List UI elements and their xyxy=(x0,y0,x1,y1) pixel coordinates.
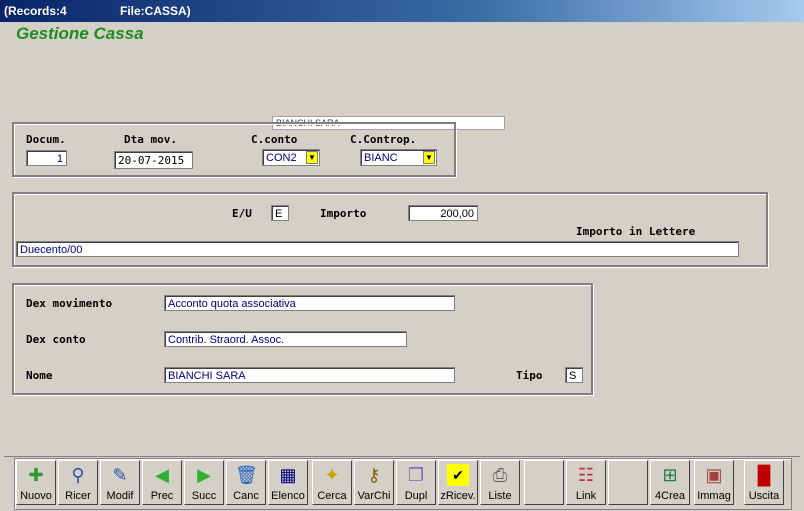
id-card-icon: ▣ xyxy=(705,465,723,485)
dupl-label: Dupl xyxy=(404,490,428,502)
window-titlebar: (Records:4 File:CASSA) xyxy=(0,0,804,22)
ricer-button[interactable]: ⚲ Ricer xyxy=(58,460,98,505)
succ-button[interactable]: ▶ Succ xyxy=(184,460,224,505)
immag-button[interactable]: ▣ Immag xyxy=(694,460,734,505)
file-name: File:CASSA) xyxy=(120,4,191,18)
nome-field[interactable]: BIANCHI SARA xyxy=(164,367,455,383)
link-label: Link xyxy=(575,490,597,502)
elenco-label: Elenco xyxy=(271,490,305,502)
varchi-label: VarChi xyxy=(357,490,391,502)
importo-lettere-field[interactable]: Duecento/00 xyxy=(16,241,739,257)
empty-toolbar-button[interactable] xyxy=(524,460,564,505)
hierarchy-icon: ☷ xyxy=(577,465,595,485)
immag-label: Immag xyxy=(697,490,731,502)
bottom-toolbar: ✚ Nuovo ⚲ Ricer ✎ Modif ◀ Prec ▶ Succ 🗑 … xyxy=(0,456,804,511)
cerca-button[interactable]: ✦ Cerca xyxy=(312,460,352,505)
elenco-button[interactable]: ▦ Elenco xyxy=(268,460,308,505)
empty-toolbar-button[interactable] xyxy=(608,460,648,505)
tipo-field[interactable]: S xyxy=(565,367,583,383)
chevron-down-icon[interactable]: ▼ xyxy=(423,151,435,164)
importo-label: Importo xyxy=(320,207,367,220)
docum-label: Docum. xyxy=(26,133,66,146)
modif-label: Modif xyxy=(106,490,134,502)
zricev-button[interactable]: ✔ zRicev. xyxy=(438,460,478,505)
modif-button[interactable]: ✎ Modif xyxy=(100,460,140,505)
ccontrop-label: C.Controp. xyxy=(350,133,417,146)
cconto-value: CON2 xyxy=(266,152,297,164)
canc-label: Canc xyxy=(233,490,259,502)
nuovo-button[interactable]: ✚ Nuovo xyxy=(16,460,56,505)
dex-movimento-field[interactable]: Acconto quota associativa xyxy=(164,295,455,311)
prec-label: Prec xyxy=(150,490,174,502)
cerca-label: Cerca xyxy=(317,490,347,502)
dex-conto-label: Dex conto xyxy=(26,333,86,346)
flashlight-icon: ✦ xyxy=(324,465,340,485)
new-document-icon: ✚ xyxy=(28,465,44,485)
duplicate-icon: ❐ xyxy=(407,465,425,485)
zricev-label: zRicev. xyxy=(440,490,476,502)
arrow-right-icon: ▶ xyxy=(197,465,211,485)
search-icon: ⚲ xyxy=(71,465,85,485)
tipo-label: Tipo xyxy=(516,369,543,382)
dupl-button[interactable]: ❐ Dupl xyxy=(396,460,436,505)
cconto-label: C.conto xyxy=(251,133,298,146)
succ-label: Succ xyxy=(191,490,217,502)
uscita-label: Uscita xyxy=(748,490,780,502)
design-icon: ⊞ xyxy=(662,465,678,485)
toolbar-divider xyxy=(4,456,800,457)
dex-conto-field[interactable]: Contrib. Straord. Assoc. xyxy=(164,331,407,347)
nuovo-label: Nuovo xyxy=(20,490,52,502)
dta-mov-label: Dta mov. xyxy=(124,133,177,146)
link-button[interactable]: ☷ Link xyxy=(566,460,606,505)
docum-field[interactable]: 1 xyxy=(26,150,67,166)
trash-icon: 🗑 xyxy=(235,465,258,485)
printer-icon: ⎙ xyxy=(492,465,508,485)
uscita-button[interactable]: █ Uscita xyxy=(744,460,784,505)
crea-button[interactable]: ⊞ 4Crea xyxy=(650,460,690,505)
app-title: Gestione Cassa xyxy=(16,24,144,43)
importo-lettere-label: Importo in Lettere xyxy=(576,225,696,238)
chevron-down-icon[interactable]: ▼ xyxy=(306,151,318,164)
eu-field[interactable]: E xyxy=(271,205,289,221)
prec-button[interactable]: ◀ Prec xyxy=(142,460,182,505)
canc-button[interactable]: 🗑 Canc xyxy=(226,460,266,505)
table-list-icon: ▦ xyxy=(279,465,297,485)
varchi-button[interactable]: ⚷ VarChi xyxy=(354,460,394,505)
edit-document-icon: ✎ xyxy=(112,465,128,485)
eu-label: E/U xyxy=(232,207,252,220)
liste-button[interactable]: ⎙ Liste xyxy=(480,460,520,505)
receipt-icon: ✔ xyxy=(447,464,469,486)
dex-movimento-label: Dex movimento xyxy=(26,297,113,310)
cconto-combo[interactable]: CON2 ▼ xyxy=(262,149,320,166)
records-count: (Records:4 xyxy=(4,4,67,18)
exit-door-icon: █ xyxy=(757,465,771,485)
ccontrop-value: BIANC xyxy=(364,152,398,164)
importo-field[interactable]: 200,00 xyxy=(408,205,478,221)
dta-mov-field[interactable]: 20-07-2015 xyxy=(114,151,193,169)
ccontrop-combo[interactable]: BIANC ▼ xyxy=(360,149,437,166)
nome-label: Nome xyxy=(26,369,53,382)
liste-label: Liste xyxy=(488,490,512,502)
ricer-label: Ricer xyxy=(65,490,91,502)
keys-icon: ⚷ xyxy=(367,465,381,485)
crea-label: 4Crea xyxy=(655,490,685,502)
arrow-left-icon: ◀ xyxy=(155,465,169,485)
